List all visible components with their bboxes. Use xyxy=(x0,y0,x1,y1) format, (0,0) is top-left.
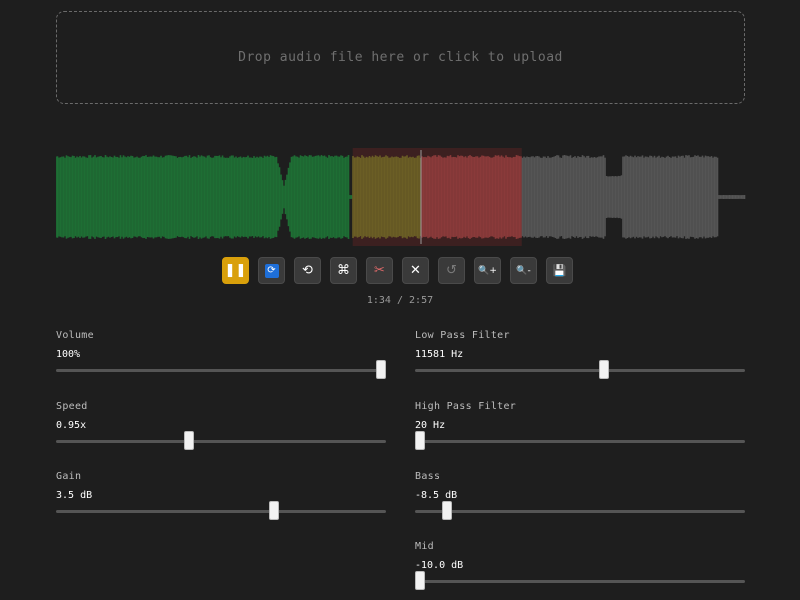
speed-value: 0.95x xyxy=(56,420,87,431)
mid-value: -10.0 dB xyxy=(415,560,464,571)
command-icon: ⌘ xyxy=(337,263,350,278)
play-pause-button[interactable]: ❚❚ xyxy=(222,257,249,284)
waveform-canvas[interactable] xyxy=(56,148,746,246)
transport-controls: ❚❚ ⟳ ⟲ ⌘ ✂ ✕ ↺ 🔍+ 🔍- 💾 xyxy=(222,257,573,285)
highpass-value: 20 Hz xyxy=(415,420,446,431)
zoom-in-icon: 🔍+ xyxy=(478,265,497,276)
gain-value: 3.5 dB xyxy=(56,490,93,501)
mid-control: Mid -10.0 dB xyxy=(415,541,745,590)
time-display: 1:34 / 2:57 xyxy=(0,295,800,306)
save-icon: 💾 xyxy=(552,264,567,277)
bass-slider[interactable] xyxy=(415,501,745,520)
loop-icon: ⟳ xyxy=(264,263,279,278)
upload-dropzone[interactable]: Drop audio file here or click to upload xyxy=(56,11,745,104)
zoom-out-icon: 🔍- xyxy=(516,265,531,276)
volume-label: Volume xyxy=(56,330,94,341)
pause-icon: ❚❚ xyxy=(224,263,247,278)
scissors-icon: ✂ xyxy=(374,263,385,278)
gain-label: Gain xyxy=(56,471,82,482)
close-icon: ✕ xyxy=(410,263,421,278)
bass-control: Bass -8.5 dB xyxy=(415,471,745,520)
waveform[interactable] xyxy=(56,148,746,246)
highpass-label: High Pass Filter xyxy=(415,401,517,412)
gain-slider[interactable] xyxy=(56,501,386,520)
current-time: 1:34 xyxy=(366,295,391,306)
volume-slider[interactable] xyxy=(56,360,386,379)
lowpass-slider[interactable] xyxy=(415,360,745,379)
speed-slider[interactable] xyxy=(56,431,386,450)
trim-button[interactable]: ✂ xyxy=(366,257,393,284)
bass-value: -8.5 dB xyxy=(415,490,458,501)
highpass-control: High Pass Filter 20 Hz xyxy=(415,401,745,450)
rewind-icon: ⟲ xyxy=(302,263,313,278)
speed-control: Speed 0.95x xyxy=(56,401,386,450)
command-button[interactable]: ⌘ xyxy=(330,257,357,284)
gain-slider-thumb[interactable] xyxy=(269,501,280,520)
dropzone-text: Drop audio file here or click to upload xyxy=(238,50,563,65)
mid-label: Mid xyxy=(415,541,434,552)
volume-value: 100% xyxy=(56,349,81,360)
speed-label: Speed xyxy=(56,401,88,412)
waveform-bars xyxy=(56,155,746,239)
total-time: 2:57 xyxy=(409,295,434,306)
undo-button[interactable]: ↺ xyxy=(438,257,465,284)
mid-slider[interactable] xyxy=(415,571,745,590)
clear-region-button[interactable]: ✕ xyxy=(402,257,429,284)
gain-control: Gain 3.5 dB xyxy=(56,471,386,520)
volume-control: Volume 100% xyxy=(56,330,386,379)
lowpass-value: 11581 Hz xyxy=(415,349,464,360)
highpass-slider[interactable] xyxy=(415,431,745,450)
lowpass-label: Low Pass Filter xyxy=(415,330,510,341)
undo-icon: ↺ xyxy=(446,263,457,278)
bass-label: Bass xyxy=(415,471,441,482)
time-separator: / xyxy=(390,295,410,306)
bass-slider-thumb[interactable] xyxy=(442,501,453,520)
lowpass-control: Low Pass Filter 11581 Hz xyxy=(415,330,745,379)
save-button[interactable]: 💾 xyxy=(546,257,573,284)
zoom-out-button[interactable]: 🔍- xyxy=(510,257,537,284)
speed-slider-thumb[interactable] xyxy=(184,431,194,450)
zoom-in-button[interactable]: 🔍+ xyxy=(474,257,501,284)
lowpass-slider-thumb[interactable] xyxy=(599,360,610,379)
rewind-button[interactable]: ⟲ xyxy=(294,257,321,284)
highpass-slider-thumb[interactable] xyxy=(415,431,425,450)
volume-slider-thumb[interactable] xyxy=(376,360,386,379)
loop-button[interactable]: ⟳ xyxy=(258,257,285,284)
mid-slider-thumb[interactable] xyxy=(415,571,425,590)
